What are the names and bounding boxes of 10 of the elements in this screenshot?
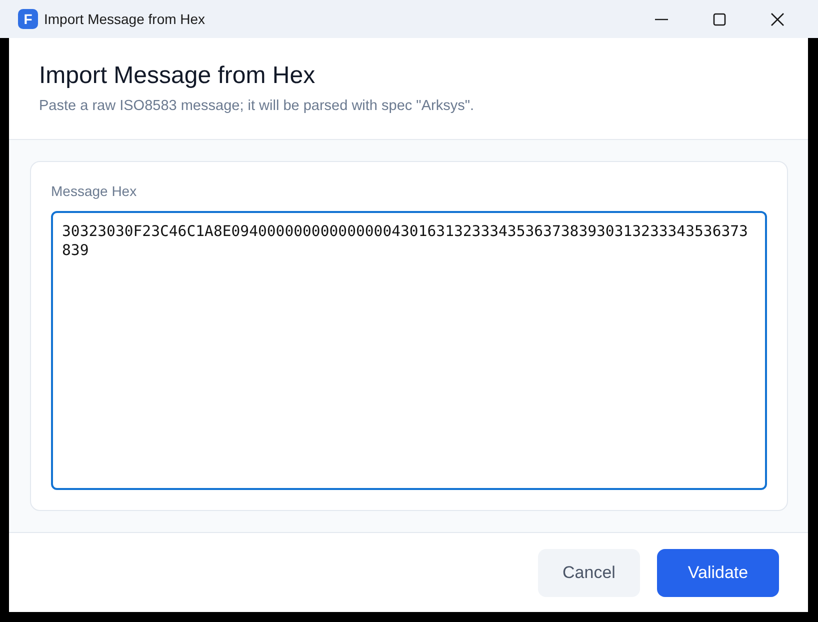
dialog-subtitle: Paste a raw ISO8583 message; it will be parsed with spec "Arksys". — [39, 97, 474, 115]
message-hex-field[interactable]: 30323030F23C46C1A8E0940000000000000004301631323334353637383930313233343536373839 — [51, 211, 767, 490]
dialog-title: Import Message from Hex — [39, 61, 316, 91]
app-logo: F — [18, 9, 38, 29]
close-icon — [770, 12, 784, 26]
cancel-button[interactable]: Cancel — [538, 548, 640, 596]
maximize-icon — [712, 12, 726, 26]
validate-button[interactable]: Validate — [657, 548, 779, 596]
window-title: Import Message from Hex — [44, 11, 206, 27]
field-label: Message Hex — [51, 182, 137, 200]
